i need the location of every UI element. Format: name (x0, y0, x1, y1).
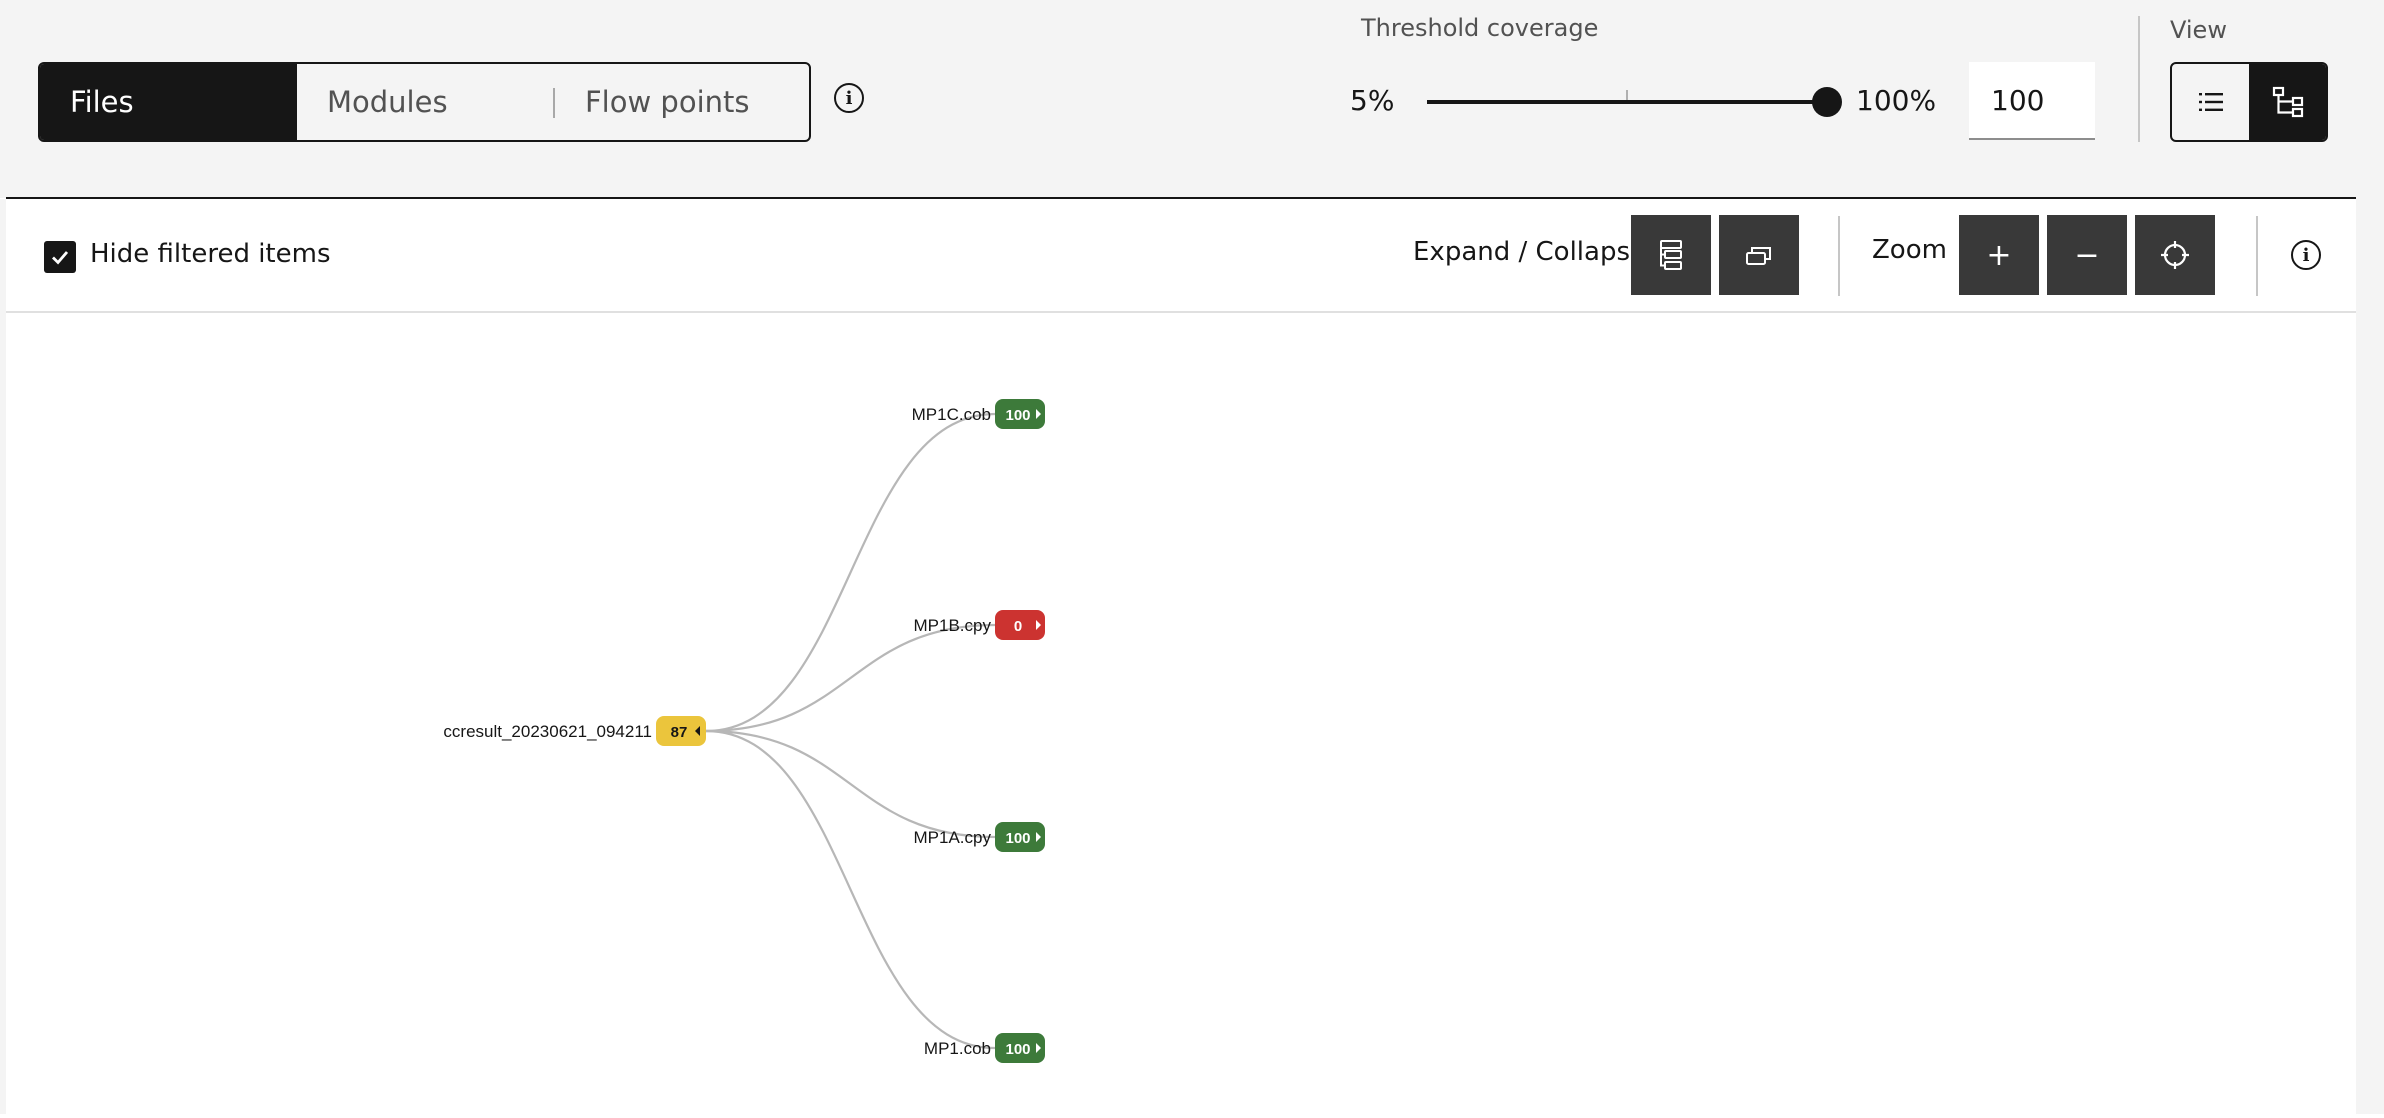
minus-icon: − (2074, 237, 2100, 273)
tree-icon (2272, 86, 2303, 118)
coverage-tree: ccresult_20230621_094211 87MP1C.cob 100MP1… (443, 399, 1045, 1063)
list-icon (2198, 93, 2223, 111)
tab-flow-points-label: Flow points (585, 85, 750, 119)
top-bar: Files Modules Flow points i Threshold co… (0, 0, 2384, 198)
tree-link (705, 729, 996, 839)
view-toggle (2170, 62, 2328, 142)
tree-view-button[interactable] (2249, 64, 2326, 140)
crosshair-icon (2161, 241, 2189, 269)
hide-filtered-checkbox[interactable] (44, 241, 76, 273)
threshold-label: Threshold coverage (1361, 14, 1599, 42)
tree-link (705, 729, 996, 1050)
threshold-slider-track[interactable] (1427, 100, 1827, 104)
info-icon[interactable]: i (2291, 240, 2321, 270)
tree-link (705, 412, 996, 733)
collapse-all-icon (1746, 247, 1771, 265)
tab-files-label: Files (70, 85, 134, 119)
slider-max-label: 100% (1856, 84, 1937, 117)
divider (2256, 216, 2258, 296)
tree-child-node[interactable]: MP1A.cpy 100 (914, 822, 1045, 852)
node-label: ccresult_20230621_094211 (443, 722, 652, 741)
node-label: MP1A.cpy (914, 828, 992, 847)
divider (1838, 216, 1840, 296)
tree-child-node[interactable]: MP1B.cpy 0 (914, 610, 1045, 640)
coverage-tree-canvas[interactable]: ccresult_20230621_094211 87 MP1C.cob 100 MP1… (6, 313, 2356, 1114)
node-label: MP1.cob (924, 1039, 991, 1058)
threshold-value-input[interactable]: 100 (1969, 62, 2095, 140)
node-label: MP1B.cpy (914, 616, 992, 635)
tab-flow-points[interactable]: Flow points (555, 64, 809, 140)
info-icon[interactable]: i (834, 83, 864, 113)
tree-root-node[interactable]: ccresult_20230621_094211 87 (443, 716, 706, 746)
coverage-value: 100 (1005, 830, 1030, 847)
graph-toolbar: Hide filtered items Expand / Collapse Zo… (6, 199, 2356, 313)
zoom-out-button[interactable]: − (2047, 215, 2127, 295)
divider (2138, 16, 2140, 142)
list-view-button[interactable] (2172, 64, 2249, 140)
coverage-value: 0 (1014, 618, 1022, 635)
zoom-in-button[interactable]: + (1959, 215, 2039, 295)
tab-modules-label: Modules (327, 85, 448, 119)
expand-all-icon (1660, 240, 1682, 270)
tree-child-node[interactable]: MP1.cob 100 (924, 1033, 1045, 1063)
collapse-all-button[interactable] (1719, 215, 1799, 295)
zoom-label: Zoom (1872, 235, 1947, 265)
recenter-button[interactable] (2135, 215, 2215, 295)
slider-tick (1626, 90, 1628, 100)
hide-filtered-label: Hide filtered items (90, 239, 331, 269)
expand-collapse-label: Expand / Collapse (1413, 237, 1647, 267)
scope-switcher: Files Modules Flow points (38, 62, 811, 142)
threshold-slider-handle[interactable] (1812, 87, 1842, 117)
node-label: MP1C.cob (912, 405, 991, 424)
view-label: View (2170, 16, 2227, 44)
coverage-value: 87 (671, 724, 688, 741)
slider-min-label: 5% (1350, 84, 1395, 117)
plus-icon: + (1986, 237, 2012, 273)
tree-child-node[interactable]: MP1C.cob 100 (912, 399, 1045, 429)
coverage-value: 100 (1005, 407, 1030, 424)
expand-all-button[interactable] (1631, 215, 1711, 295)
tab-files[interactable]: Files (40, 64, 297, 140)
tab-modules[interactable]: Modules (297, 64, 555, 140)
coverage-value: 100 (1005, 1041, 1030, 1058)
tree-link (705, 623, 996, 733)
checkmark-icon (52, 251, 69, 265)
right-edge (2356, 0, 2384, 1114)
